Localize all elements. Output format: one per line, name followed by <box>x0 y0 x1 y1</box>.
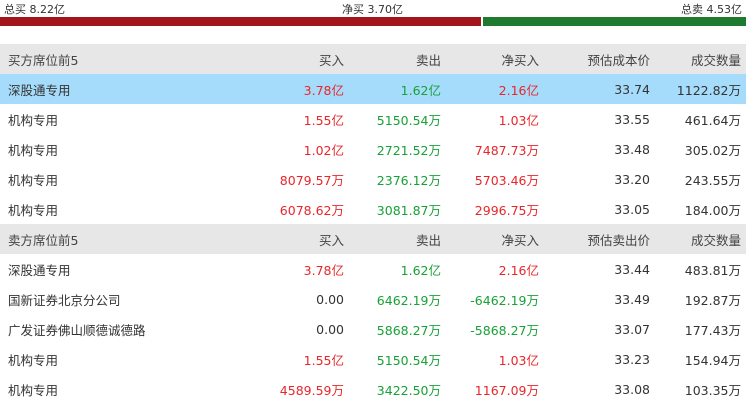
buy-amount: 0.00 <box>316 291 344 307</box>
seat-name: 国新证券北京分公司 <box>8 292 121 308</box>
buy-seat-header: 买方席位前5 买入 卖出 净买入 预估成本价 成交数量 <box>0 44 746 74</box>
trade-volume: 103.35万 <box>684 382 741 398</box>
column-header[interactable]: 预估成本价 <box>539 44 650 74</box>
buy-amount: 1.02亿 <box>303 142 344 158</box>
sell-amount: 3422.50万 <box>376 382 441 398</box>
buy-amount: 4589.59万 <box>279 382 344 398</box>
estimated-price: 33.07 <box>614 321 650 337</box>
trade-volume: 461.64万 <box>684 112 741 128</box>
sell-amount: 3081.87万 <box>376 202 441 218</box>
buy-amount: 0.00 <box>316 321 344 337</box>
sell-amount: 6462.19万 <box>376 292 441 308</box>
seat-name: 机构专用 <box>8 172 59 188</box>
trade-volume: 177.43万 <box>684 322 741 338</box>
seat-name: 机构专用 <box>8 142 59 158</box>
net-buy-amount: 1.03亿 <box>498 352 539 368</box>
net-buy-amount: 5703.46万 <box>474 172 539 188</box>
buy-seat-row[interactable]: 机构专用 1.55亿 5150.54万 1.03亿 33.55 461.64万 <box>0 104 746 134</box>
seat-name: 广发证券佛山顺德诚德路 <box>8 322 146 338</box>
buy-sell-ratio-bar <box>0 17 746 26</box>
trade-volume: 154.94万 <box>684 352 741 368</box>
sell-ratio-fill <box>483 17 746 26</box>
column-header[interactable]: 买入 <box>240 44 344 74</box>
buy-amount: 1.55亿 <box>303 112 344 128</box>
net-buy-amount: 1167.09万 <box>474 382 539 398</box>
buy-seat-row[interactable]: 机构专用 8079.57万 2376.12万 5703.46万 33.20 243.55万 <box>0 164 746 194</box>
column-header[interactable]: 卖出 <box>344 224 441 254</box>
seat-name: 机构专用 <box>8 352 59 368</box>
buy-ratio-fill <box>0 17 482 26</box>
buy-amount: 1.55亿 <box>303 352 344 368</box>
buy-amount: 8079.57万 <box>279 172 344 188</box>
total-sell-label: 总卖 4.53亿 <box>681 3 742 16</box>
estimated-price: 33.49 <box>614 291 650 307</box>
estimated-price: 33.20 <box>614 171 650 187</box>
estimated-price: 33.44 <box>614 261 650 277</box>
net-buy-amount: -5868.27万 <box>470 322 539 338</box>
sell-seat-row[interactable]: 国新证券北京分公司 0.00 6462.19万 -6462.19万 33.49 192.8… <box>0 284 746 314</box>
estimated-price: 33.23 <box>614 351 650 367</box>
column-header[interactable]: 成交数量 <box>650 44 746 74</box>
seat-name: 深股通专用 <box>8 262 71 278</box>
column-header[interactable]: 成交数量 <box>650 224 746 254</box>
total-buy-label: 总买 8.22亿 <box>4 3 65 16</box>
column-header[interactable]: 买入 <box>240 224 344 254</box>
net-buy-amount: -6462.19万 <box>470 292 539 308</box>
sell-amount: 2721.52万 <box>376 142 441 158</box>
column-header[interactable]: 卖出 <box>344 44 441 74</box>
seat-name: 机构专用 <box>8 382 59 398</box>
trade-volume: 305.02万 <box>684 142 741 158</box>
net-buy-amount: 7487.73万 <box>474 142 539 158</box>
net-buy-amount: 2996.75万 <box>474 202 539 218</box>
trade-volume: 192.87万 <box>684 292 741 308</box>
column-header: 买方席位前5 <box>0 44 240 74</box>
buy-amount: 3.78亿 <box>303 262 344 278</box>
estimated-price: 33.08 <box>614 381 650 397</box>
net-buy-amount: 2.16亿 <box>498 262 539 278</box>
trade-volume: 243.55万 <box>684 172 741 188</box>
estimated-price: 33.48 <box>614 141 650 157</box>
trade-volume: 483.81万 <box>684 262 741 278</box>
net-buy-amount: 1.03亿 <box>498 112 539 128</box>
sell-seat-row[interactable]: 广发证券佛山顺德诚德路 0.00 5868.27万 -5868.27万 33.07 177… <box>0 314 746 344</box>
estimated-price: 33.05 <box>614 201 650 217</box>
seat-name: 机构专用 <box>8 202 59 218</box>
buy-seat-row[interactable]: 机构专用 1.02亿 2721.52万 7487.73万 33.48 305.02万 <box>0 134 746 164</box>
sell-amount: 5150.54万 <box>376 112 441 128</box>
buy-amount: 6078.62万 <box>279 202 344 218</box>
column-header[interactable]: 净买入 <box>441 44 539 74</box>
dragon-tiger-table: 买方席位前5 买入 卖出 净买入 预估成本价 成交数量 深股通专用 3.78亿 1.62亿 2.1… <box>0 44 746 404</box>
buy-seat-row[interactable]: 机构专用 6078.62万 3081.87万 2996.75万 33.05 184.00万 <box>0 194 746 224</box>
seat-name: 深股通专用 <box>0 74 240 104</box>
column-header[interactable]: 预估卖出价 <box>539 224 650 254</box>
trade-volume: 1122.82万 <box>650 74 746 104</box>
column-header: 卖方席位前5 <box>0 224 240 254</box>
sell-amount: 1.62亿 <box>344 74 441 104</box>
net-buy-amount: 2.16亿 <box>441 74 539 104</box>
sell-amount: 1.62亿 <box>400 262 441 278</box>
net-buy-label: 净买 3.70亿 <box>342 3 403 16</box>
buy-seat-row[interactable]: 深股通专用 3.78亿 1.62亿 2.16亿 33.74 1122.82万 <box>0 74 746 104</box>
sell-seat-row[interactable]: 深股通专用 3.78亿 1.62亿 2.16亿 33.44 483.81万 <box>0 254 746 284</box>
seat-name: 机构专用 <box>8 112 59 128</box>
buy-amount: 3.78亿 <box>240 74 344 104</box>
trade-volume: 184.00万 <box>684 202 741 218</box>
sell-seat-row[interactable]: 机构专用 4589.59万 3422.50万 1167.09万 33.08 103.35万 <box>0 374 746 404</box>
sell-amount: 5150.54万 <box>376 352 441 368</box>
estimated-price: 33.74 <box>539 74 650 104</box>
sell-seat-row[interactable]: 机构专用 1.55亿 5150.54万 1.03亿 33.23 154.94万 <box>0 344 746 374</box>
sell-amount: 5868.27万 <box>376 322 441 338</box>
estimated-price: 33.55 <box>614 111 650 127</box>
sell-seat-header: 卖方席位前5 买入 卖出 净买入 预估卖出价 成交数量 <box>0 224 746 254</box>
sell-amount: 2376.12万 <box>376 172 441 188</box>
column-header[interactable]: 净买入 <box>441 224 539 254</box>
summary-bar: 总买 8.22亿 净买 3.70亿 总卖 4.53亿 <box>0 0 746 16</box>
